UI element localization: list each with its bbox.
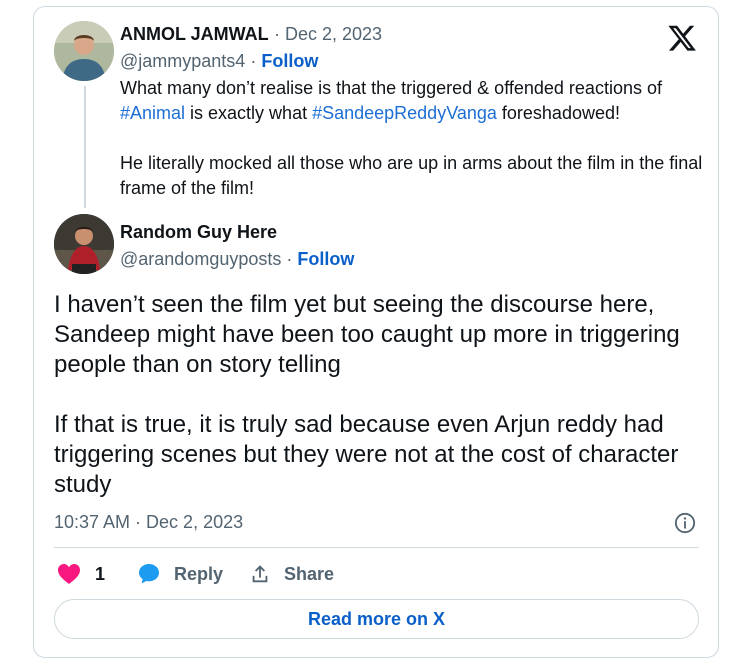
quoted-paragraph-1: What many don’t realise is that the trig… bbox=[120, 76, 710, 126]
like-button[interactable]: 1 bbox=[57, 561, 105, 587]
divider bbox=[54, 547, 699, 548]
quoted-follow-button[interactable]: Follow bbox=[261, 51, 318, 71]
quoted-text-end: foreshadowed! bbox=[496, 103, 620, 123]
hashtag-sandeepreddyvanga-link[interactable]: #SandeepReddyVanga bbox=[312, 103, 497, 123]
x-logo-icon[interactable] bbox=[668, 24, 696, 52]
tweet-text: I haven’t seen the film yet but seeing t… bbox=[54, 290, 714, 500]
separator: · bbox=[245, 51, 262, 71]
separator: · bbox=[274, 24, 285, 44]
quoted-text-line1: What many don’t realise is that the trig… bbox=[120, 78, 662, 98]
author-handle[interactable]: @arandomguyposts bbox=[120, 249, 281, 269]
read-more-label: Read more on X bbox=[307, 608, 446, 629]
quoted-text-mid: is exactly what bbox=[185, 103, 313, 123]
reply-label: Reply bbox=[174, 563, 224, 584]
reply-button[interactable]: Reply bbox=[137, 561, 223, 587]
separator: · bbox=[281, 249, 298, 269]
info-icon[interactable] bbox=[674, 512, 696, 534]
quoted-author-name[interactable]: ANMOL JAMWAL bbox=[120, 24, 269, 45]
quoted-paragraph-2: He literally mocked all those who are up… bbox=[120, 153, 703, 198]
thread-connector-line bbox=[84, 86, 86, 208]
tweet-timestamp[interactable]: 10:37 AM · Dec 2, 2023 bbox=[54, 512, 243, 533]
quoted-date-line[interactable]: · Dec 2, 2023 bbox=[274, 24, 382, 45]
quoted-date[interactable]: Dec 2, 2023 bbox=[285, 24, 382, 44]
share-button[interactable]: Share bbox=[249, 561, 334, 587]
tweet-paragraph-2: If that is true, it is truly sad because… bbox=[54, 411, 679, 498]
quoted-handle[interactable]: @jammypants4 bbox=[120, 51, 245, 71]
heart-icon bbox=[58, 564, 80, 584]
quoted-tweet-text: What many don’t realise is that the trig… bbox=[120, 76, 710, 201]
author-name[interactable]: Random Guy Here bbox=[120, 222, 277, 243]
tweet-paragraph-1: I haven’t seen the film yet but seeing t… bbox=[54, 291, 680, 378]
quoted-author-avatar[interactable] bbox=[54, 21, 114, 81]
read-more-on-x-button[interactable]: Read more on X bbox=[54, 599, 699, 639]
quoted-handle-line: @jammypants4 · Follow bbox=[120, 51, 318, 72]
hashtag-animal-link[interactable]: #Animal bbox=[120, 103, 185, 123]
share-label: Share bbox=[284, 563, 335, 584]
like-count: 1 bbox=[95, 563, 106, 584]
author-avatar[interactable] bbox=[54, 214, 114, 274]
share-icon bbox=[252, 565, 268, 583]
author-handle-line: @arandomguyposts · Follow bbox=[120, 249, 354, 270]
reply-bubble-icon bbox=[139, 564, 159, 584]
follow-button[interactable]: Follow bbox=[297, 249, 354, 269]
